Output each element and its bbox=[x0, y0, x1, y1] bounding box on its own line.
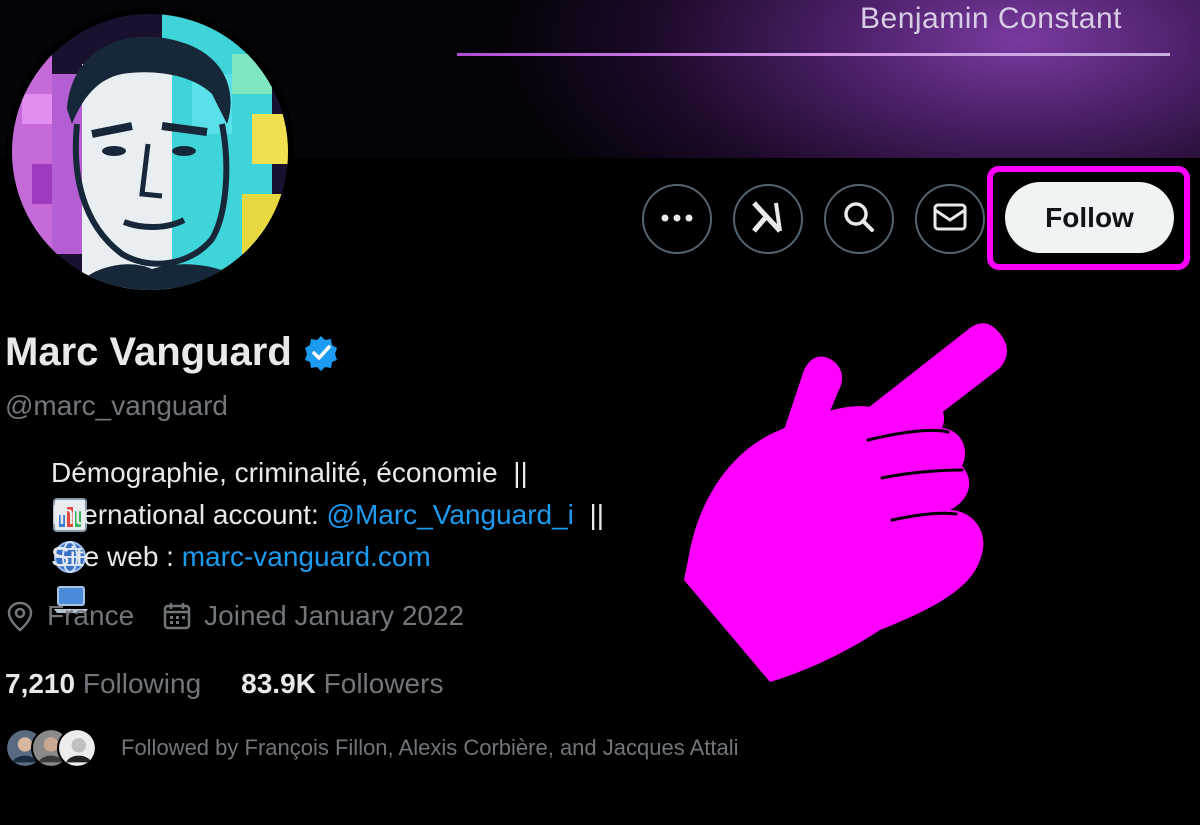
bio-intl-suffix: || bbox=[573, 499, 604, 530]
profile-meta: France Joined January 2022 bbox=[5, 600, 492, 632]
pointing-hand-icon bbox=[684, 323, 1007, 682]
following-count: 7,210 bbox=[5, 668, 76, 699]
profile-name-row: Marc Vanguard bbox=[5, 330, 340, 375]
location-text: France bbox=[47, 600, 135, 631]
grok-button[interactable] bbox=[733, 184, 803, 254]
following-link[interactable]: 7,210 Following bbox=[5, 668, 201, 700]
location-pin-icon bbox=[5, 600, 35, 632]
joined-text: Joined January 2022 bbox=[204, 600, 465, 631]
following-label: Following bbox=[82, 668, 202, 699]
bio-line-2: International account: @Marc_Vanguard_i … bbox=[5, 494, 604, 573]
avatar-ring bbox=[6, 8, 294, 296]
followed-by-row[interactable]: Followed by François Fillon, Alexis Corb… bbox=[5, 728, 739, 768]
location-item: France bbox=[5, 600, 134, 632]
banner-divider bbox=[457, 53, 1170, 56]
followers-label: Followers bbox=[323, 668, 444, 699]
banner-quote-author: Benjamin Constant bbox=[860, 2, 1122, 35]
followers-count: 83.9K bbox=[241, 668, 316, 699]
grok-icon bbox=[750, 199, 786, 240]
bio-site-link[interactable]: marc-vanguard.com bbox=[182, 536, 431, 578]
laptop-icon bbox=[5, 539, 88, 613]
follow-button[interactable]: Follow bbox=[1005, 182, 1174, 253]
more-icon bbox=[660, 210, 694, 228]
avatar[interactable] bbox=[12, 14, 288, 290]
message-button[interactable] bbox=[915, 184, 985, 254]
profile-name: Marc Vanguard bbox=[5, 330, 292, 374]
follower-avatar bbox=[57, 728, 97, 768]
followed-by-text: Followed by François Fillon, Alexis Corb… bbox=[121, 735, 739, 760]
bio-intl-link[interactable]: @Marc_Vanguard_i bbox=[327, 494, 574, 536]
more-button[interactable] bbox=[642, 184, 712, 254]
search-button[interactable] bbox=[824, 184, 894, 254]
bio-topics: Démographie, criminalité, économie || bbox=[51, 457, 528, 488]
profile-bio: Démographie, criminalité, économie || In… bbox=[5, 452, 604, 613]
verified-badge-icon[interactable] bbox=[302, 334, 340, 372]
mail-icon bbox=[932, 202, 968, 237]
followers-link[interactable]: 83.9K Followers bbox=[241, 668, 443, 700]
calendar-icon bbox=[162, 601, 192, 631]
joined-item: Joined January 2022 bbox=[162, 600, 464, 632]
bar-chart-icon bbox=[5, 455, 87, 532]
bio-line-3: Site web : marc-vanguard.com bbox=[5, 536, 604, 613]
profile-handle: @marc_vanguard bbox=[5, 390, 228, 421]
bio-site-prefix: Site web : bbox=[51, 541, 182, 572]
search-icon bbox=[842, 200, 876, 239]
follow-counts: 7,210 Following 83.9K Followers bbox=[5, 668, 443, 700]
bio-line-1: Démographie, criminalité, économie || bbox=[5, 452, 604, 532]
bio-intl-prefix: International account: bbox=[51, 499, 327, 530]
globe-icon bbox=[5, 497, 86, 573]
